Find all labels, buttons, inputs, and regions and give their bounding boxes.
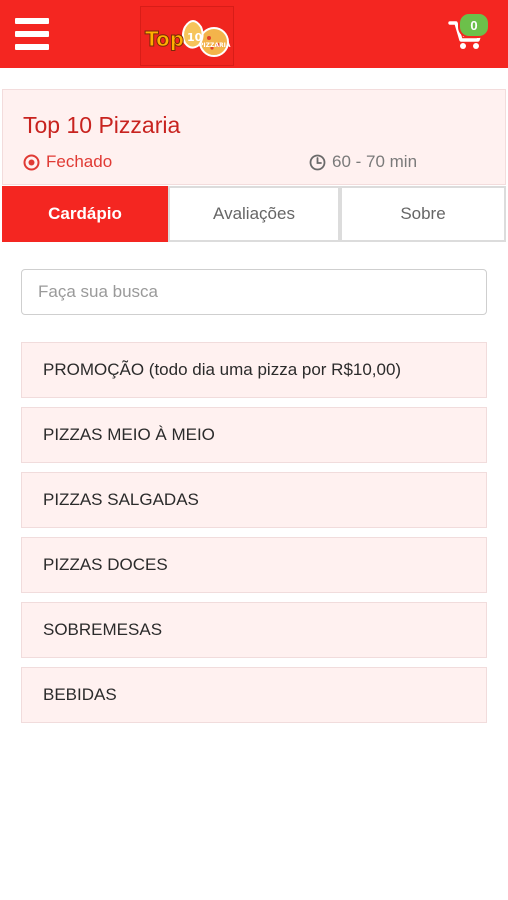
cart-count-badge: 0: [458, 12, 490, 38]
tab-avaliacoes[interactable]: Avaliações: [168, 186, 340, 242]
closed-status-icon: [23, 154, 40, 170]
delivery-time-label: 60 - 70 min: [332, 152, 418, 171]
tab-sobre[interactable]: Sobre: [340, 186, 506, 242]
status-indicator: Fechado: [23, 152, 112, 172]
top-10-pizzaria-logo[interactable]: Top 10 PIZZARIA: [140, 6, 234, 66]
category-item-pizzas-salgadas[interactable]: PIZZAS SALGADAS: [21, 472, 487, 528]
menu-line: [15, 44, 49, 50]
category-item-bebidas[interactable]: BEBIDAS: [21, 667, 487, 723]
logo-subtext: PIZZARIA: [199, 42, 231, 49]
section-tabs: Cardápio Avaliações Sobre: [2, 186, 506, 242]
menu-line: [15, 18, 49, 24]
category-item-pizzas-doces[interactable]: PIZZAS DOCES: [21, 537, 487, 593]
top-app-bar: Top 10 PIZZARIA 0: [0, 0, 508, 68]
tab-cardapio[interactable]: Cardápio: [2, 186, 168, 242]
menu-line: [15, 31, 49, 37]
search-input[interactable]: [21, 269, 487, 315]
hamburger-menu-icon[interactable]: [15, 18, 49, 50]
restaurant-info-card: Top 10 Pizzaria Fechado 60 - 70 min: [2, 89, 506, 185]
delivery-time: 60 - 70 min: [309, 152, 417, 172]
status-label: Fechado: [46, 152, 113, 171]
category-item-promocao[interactable]: PROMOÇÃO (todo dia uma pizza por R$10,00…: [21, 342, 487, 398]
restaurant-name: Top 10 Pizzaria: [23, 112, 181, 138]
clock-icon: [309, 154, 326, 170]
category-item-sobremesas[interactable]: SOBREMESAS: [21, 602, 487, 658]
logo-word: Top: [145, 27, 184, 51]
logo-graphic: Top 10 PIZZARIA: [145, 20, 231, 57]
category-item-pizzas-meio-a-meio[interactable]: PIZZAS MEIO À MEIO: [21, 407, 487, 463]
